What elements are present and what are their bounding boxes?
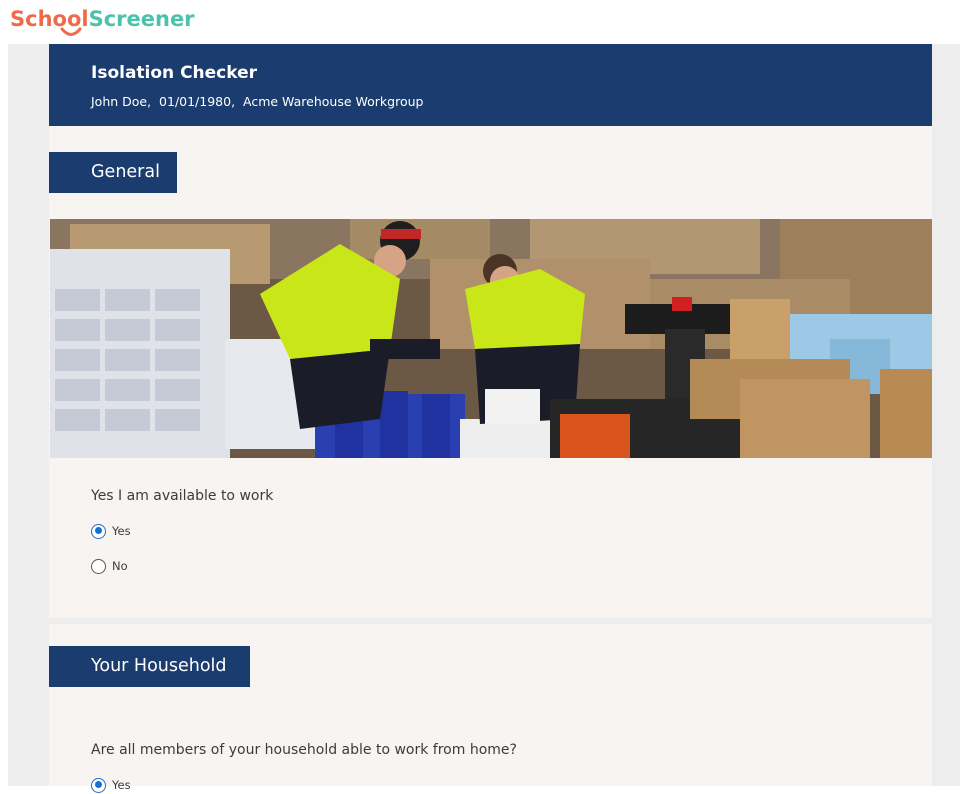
app-header: Isolation Checker John Doe, 01/01/1980, … (49, 44, 932, 126)
radio-household-yes[interactable]: Yes (91, 776, 131, 794)
page-title: Isolation Checker (91, 63, 258, 83)
logo-smile-icon (60, 27, 82, 36)
radio-label-yes: Yes (112, 777, 131, 792)
radio-checked-icon[interactable] (91, 777, 106, 793)
question-available-to-work: Yes I am available to work (91, 488, 274, 504)
general-section: General Yes I am available to work Yes N… (49, 126, 932, 618)
radio-checked-icon[interactable] (91, 523, 106, 539)
radio-unchecked-icon[interactable] (91, 558, 106, 574)
section-title-household: Your Household (49, 646, 250, 687)
question-household-work-from-home: Are all members of your household able t… (91, 742, 517, 758)
warehouse-workers-image (50, 219, 932, 458)
household-section: Your Household Are all members of your h… (49, 624, 932, 793)
section-title-general: General (49, 152, 177, 193)
radio-available-no[interactable]: No (91, 557, 128, 575)
schoolscreener-logo[interactable]: SchoolScreener (10, 6, 195, 32)
logo-text-screener: Screener (88, 7, 195, 31)
radio-available-yes[interactable]: Yes (91, 522, 131, 540)
user-details: John Doe, 01/01/1980, Acme Warehouse Wor… (91, 94, 424, 109)
logo-bar: SchoolScreener (0, 0, 960, 44)
radio-label-no: No (112, 558, 128, 573)
radio-label-yes: Yes (112, 523, 131, 538)
